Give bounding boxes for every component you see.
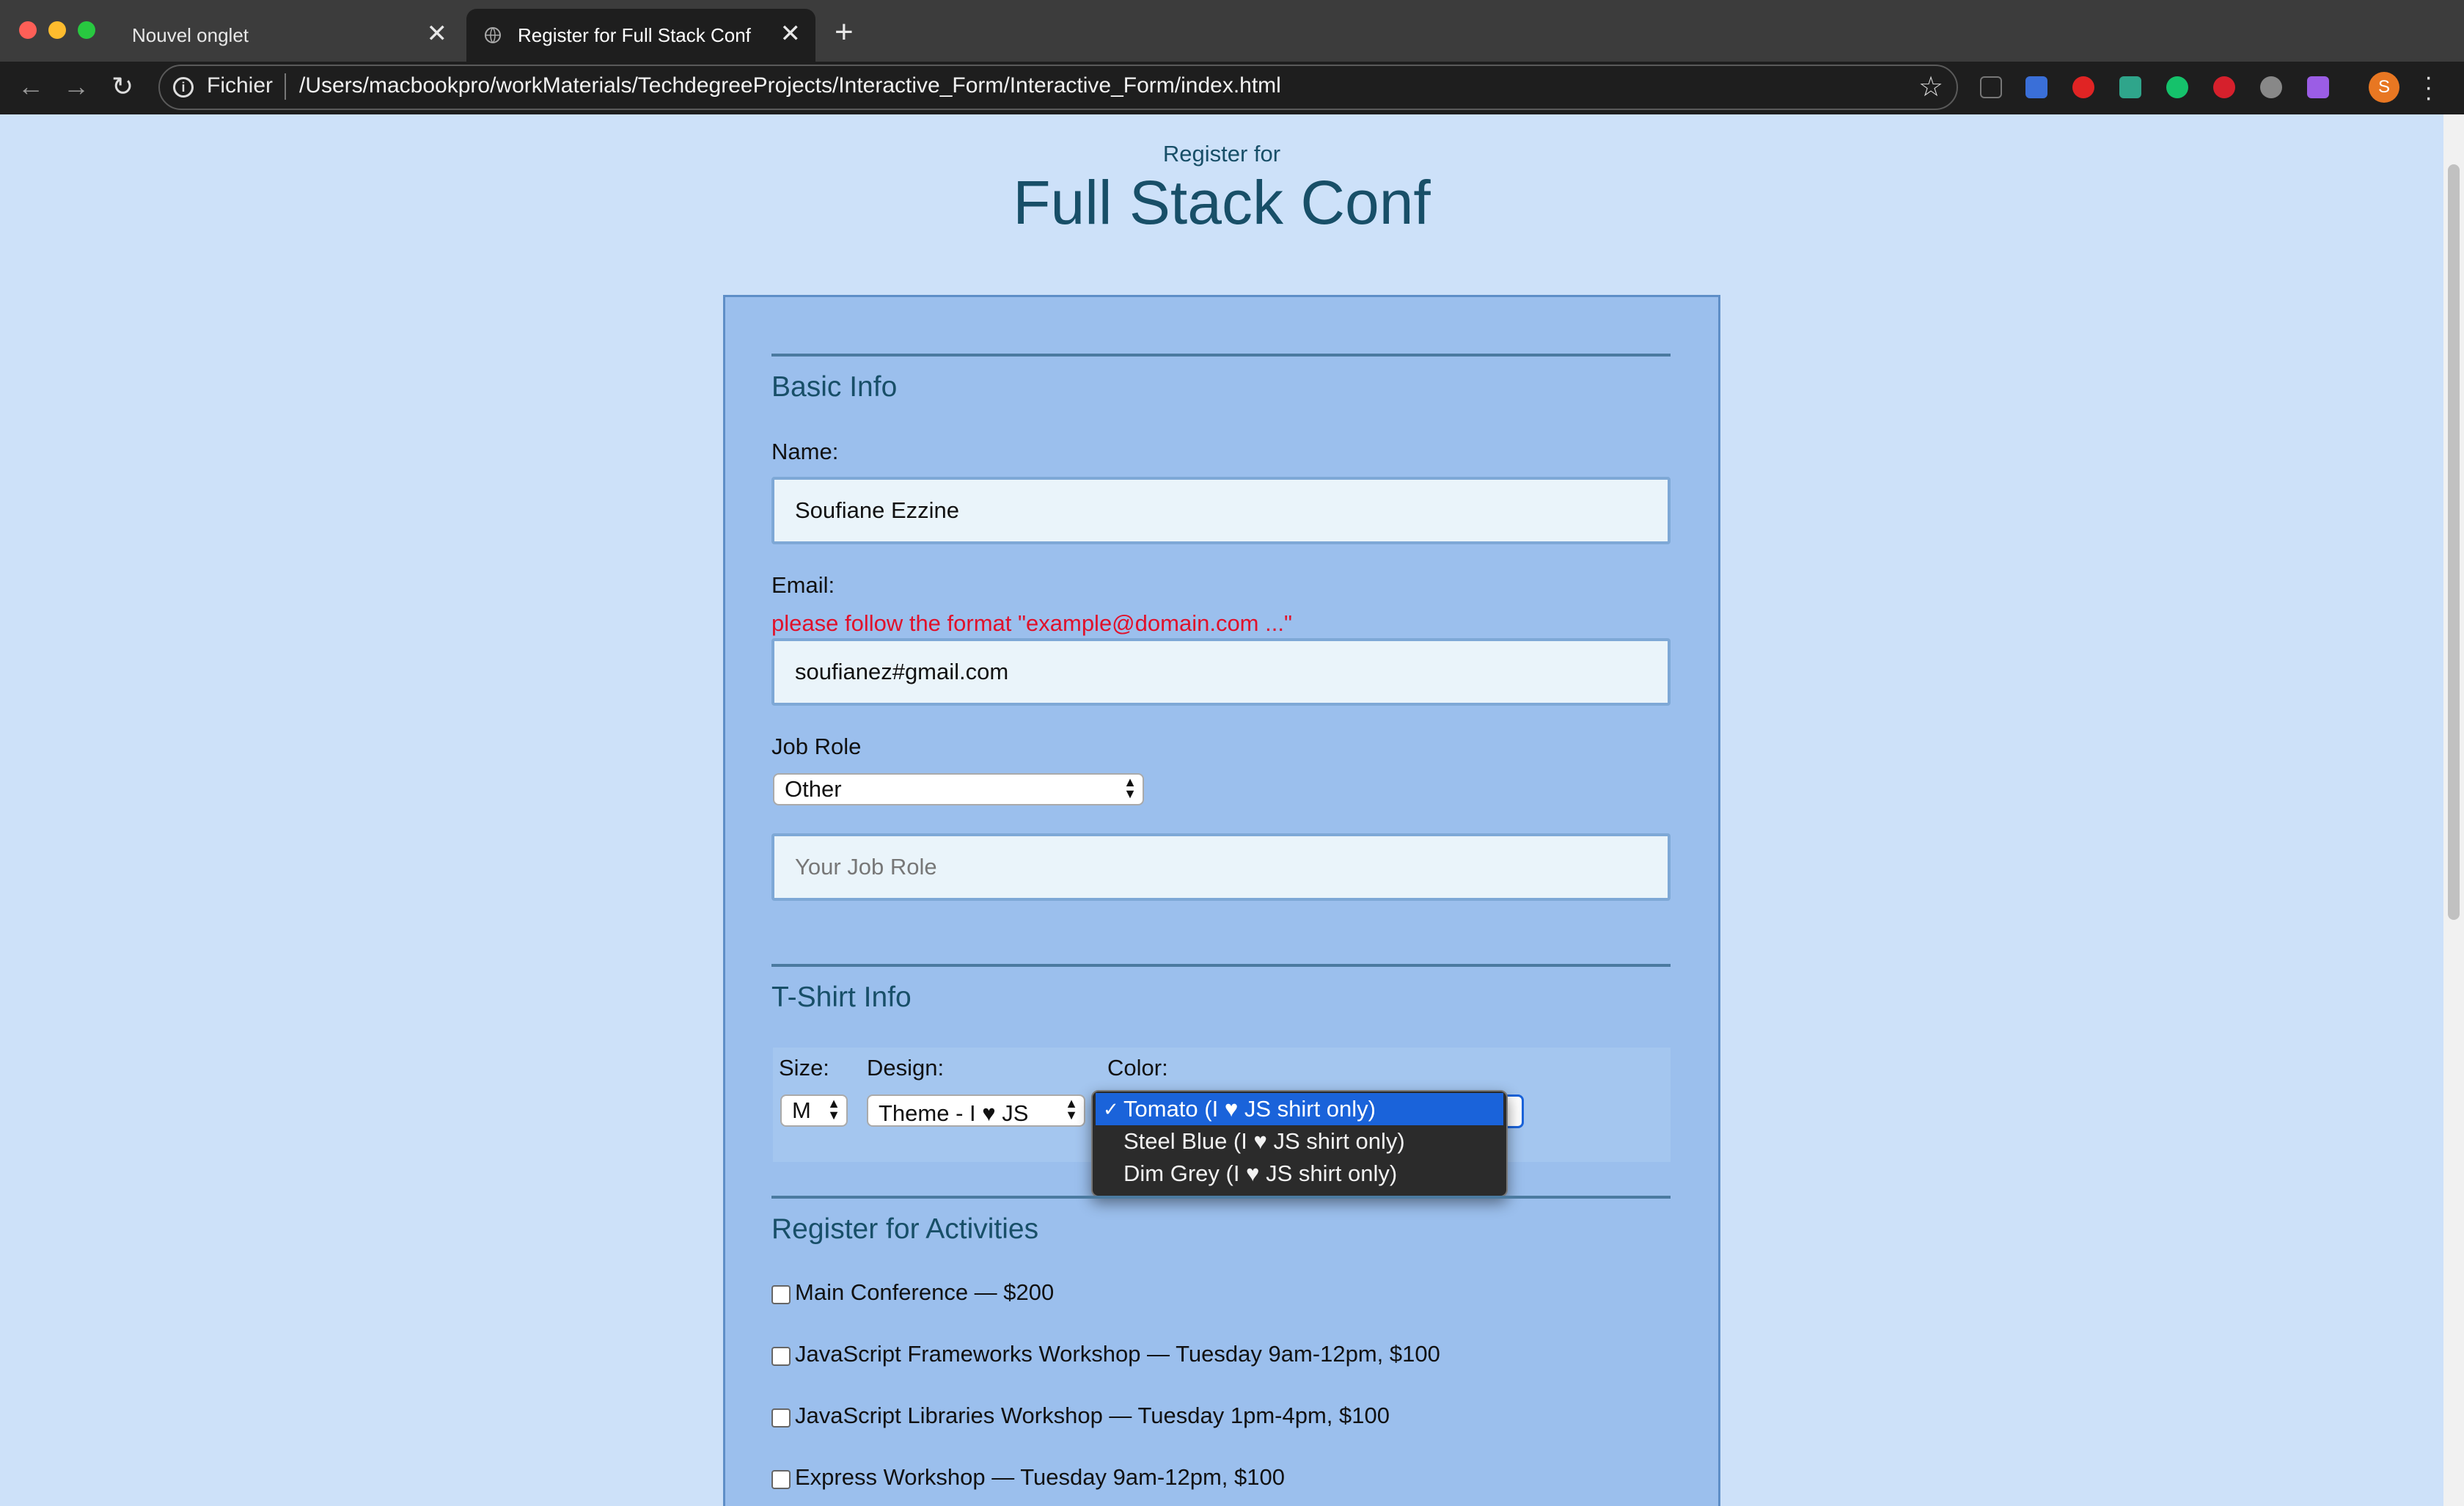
other-job-role-input[interactable]: Your Job Role [771,833,1671,901]
activity-checkbox[interactable] [771,1347,791,1366]
checkmark-icon: ✓ [1103,1098,1119,1120]
select-arrows-icon: ▲ ▼ [827,1096,840,1122]
select-arrows-icon: ▲ ▼ [1123,775,1137,801]
close-window-icon[interactable] [19,21,37,39]
extension-image-icon[interactable] [2119,76,2141,98]
design-value: Theme - I ♥ JS [879,1100,1029,1126]
activity-label: Main Conference — $200 [795,1279,1055,1305]
job-role-select[interactable]: Other ▲ ▼ [773,773,1144,805]
page-subtitle: Register for [1162,141,1281,167]
activity-label: Express Workshop — Tuesday 9am-12pm, $10… [795,1464,1285,1490]
size-value: M [792,1097,811,1123]
name-input[interactable]: Soufiane Ezzine [771,477,1671,544]
size-label: Size: [779,1055,829,1081]
extension-blue-icon[interactable] [2025,76,2047,98]
activity-checkbox[interactable] [771,1408,791,1428]
bookmark-star-icon[interactable]: ☆ [1918,70,1943,103]
browser-tab-bar: Nouvel onglet ✕ Register for Full Stack … [0,0,2464,62]
tshirt-info-heading: T-Shirt Info [771,982,912,1013]
color-option[interactable]: Steel Blue (I ♥ JS shirt only) [1096,1125,1503,1158]
globe-icon [485,27,501,43]
reload-icon[interactable]: ↻ [111,70,133,103]
design-select[interactable]: Theme - I ♥ JS ▲ ▼ [867,1094,1085,1127]
browser-menu-icon[interactable]: · · · [2424,65,2432,110]
extension-feather-icon[interactable] [2307,76,2329,98]
basic-info-heading: Basic Info [771,371,898,403]
activity-label: JavaScript Libraries Workshop — Tuesday … [795,1403,1390,1428]
activity-label: JavaScript Frameworks Workshop — Tuesday… [795,1341,1440,1367]
activity-checkbox[interactable] [771,1285,791,1304]
maximize-window-icon[interactable] [78,21,95,39]
forward-arrow-icon[interactable]: → [63,70,89,103]
section-divider [771,354,1671,357]
extension-grammarly-icon[interactable] [2166,76,2188,98]
extension-formula-icon[interactable] [1980,76,2002,98]
back-arrow-icon[interactable]: ← [18,70,44,103]
activity-item[interactable]: JavaScript Libraries Workshop — Tuesday … [771,1403,1390,1429]
scrollbar-thumb[interactable] [2448,164,2460,920]
activity-checkbox[interactable] [771,1470,791,1489]
profile-avatar[interactable]: S [2369,72,2399,103]
select-arrows-icon: ▲ ▼ [1065,1096,1078,1122]
activity-item[interactable]: Express Workshop — Tuesday 9am-12pm, $10… [771,1464,1285,1491]
tab-title: Register for Full Stack Conf [518,23,751,46]
job-role-value: Other [785,776,842,802]
activity-item[interactable]: JavaScript Frameworks Workshop — Tuesday… [771,1341,1440,1367]
tab-new-tab[interactable]: Nouvel onglet ✕ [110,9,462,62]
extension-red-icon[interactable] [2213,76,2235,98]
color-label: Color: [1107,1055,1168,1081]
info-icon[interactable]: i [173,77,194,98]
section-divider [771,1196,1671,1199]
minimize-window-icon[interactable] [48,21,66,39]
page-title: Full Stack Conf [1013,168,1431,237]
email-input[interactable]: soufianez#gmail.com [771,638,1671,706]
close-tab-icon[interactable]: ✕ [780,19,802,48]
new-tab-button[interactable]: + [835,16,854,48]
tab-title: Nouvel onglet [132,23,249,46]
tab-register[interactable]: Register for Full Stack Conf ✕ [466,9,815,62]
omnibox-divider [285,73,286,100]
name-label: Name: [771,439,839,464]
section-divider [771,964,1671,967]
design-label: Design: [867,1055,945,1081]
job-role-label: Job Role [771,734,862,759]
color-option[interactable]: Dim Grey (I ♥ JS shirt only) [1096,1158,1503,1190]
security-label: Fichier [207,73,274,98]
email-error-message: please follow the format "example@domain… [771,610,1292,636]
activity-item[interactable]: Main Conference — $200 [771,1279,1054,1306]
size-select[interactable]: M ▲ ▼ [780,1094,848,1127]
color-dropdown-list[interactable]: ✓ Tomato (I ♥ JS shirt only) Steel Blue … [1091,1090,1508,1197]
email-label: Email: [771,572,835,598]
activities-heading: Register for Activities [771,1213,1039,1245]
url-text[interactable]: /Users/macbookpro/workMaterials/Techdegr… [299,73,1281,98]
color-option[interactable]: ✓ Tomato (I ♥ JS shirt only) [1096,1093,1503,1125]
extension-adblock-icon[interactable] [2072,76,2094,98]
extension-pinterest-icon[interactable] [2260,76,2282,98]
close-tab-icon[interactable]: ✕ [427,19,448,48]
